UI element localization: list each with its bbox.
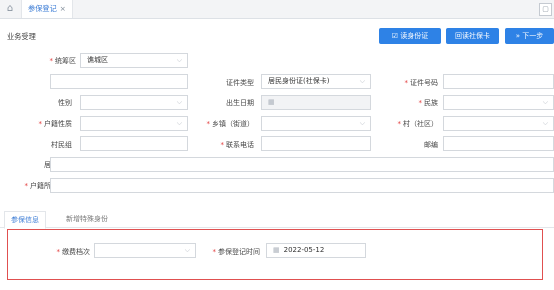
id-type-label: 证件类型 — [226, 79, 254, 87]
calendar-icon: ▦ — [268, 98, 275, 106]
close-icon[interactable]: × — [60, 4, 66, 13]
grade-select[interactable]: ⌵ — [94, 243, 196, 258]
next-step-button[interactable]: » 下一步 — [505, 28, 554, 44]
chevron-down-icon: ⌵ — [359, 77, 365, 85]
postcode-input[interactable] — [443, 136, 554, 151]
district-label: * 统筹区 — [49, 57, 77, 65]
grade-label: * 缴费档次 — [56, 248, 91, 256]
gender-label: 性别 — [58, 99, 72, 107]
villager-group-input[interactable] — [80, 136, 188, 151]
tab-insurance-info[interactable]: 参保信息 — [4, 211, 46, 229]
read-social-card-button[interactable]: 回读社保卡 — [446, 28, 499, 44]
section-title: 业务受理 — [7, 32, 36, 41]
household-type-select[interactable]: ⌵ — [80, 116, 188, 131]
home-icon[interactable]: ⌂ — [4, 3, 16, 15]
address-input[interactable] — [50, 157, 554, 172]
tab-special-identity[interactable]: 新增特殊身份 — [66, 211, 108, 227]
birth-date-label: 出生日期 — [226, 99, 254, 107]
township-select[interactable]: ⌵ — [261, 116, 371, 131]
tab-insurance-registration[interactable]: 参保登记 × — [21, 0, 73, 18]
township-label: * 乡镇（街道） — [206, 120, 255, 128]
postcode-label: 邮编 — [424, 141, 438, 149]
reg-time-label: * 参保登记时间 — [212, 248, 261, 256]
id-number-input[interactable] — [443, 74, 554, 89]
chevron-down-icon: ⌵ — [184, 246, 190, 254]
birth-date-input[interactable]: ▦ — [261, 95, 371, 110]
household-address-input[interactable] — [50, 178, 554, 193]
ethnicity-label: * 民族 — [418, 99, 439, 107]
tab-bar: ⌂ 参保登记 × ▢ — [0, 0, 554, 19]
read-id-card-button[interactable]: ☑ 读身份证 — [379, 28, 441, 44]
chevron-down-icon: ⌵ — [176, 119, 182, 127]
tab-menu-icon[interactable]: ▢ — [539, 3, 552, 16]
tab-label: 参保登记 — [28, 4, 57, 13]
calendar-icon: ▦ — [273, 246, 280, 254]
id-type-select[interactable]: 居民身份证(社保卡) ⌵ — [261, 74, 371, 89]
village-label: * 村（社区） — [397, 120, 439, 128]
reg-time-input[interactable]: ▦ 2022-05-12 — [266, 243, 366, 258]
phone-input[interactable] — [261, 136, 371, 151]
chevron-down-icon: ⌵ — [359, 119, 365, 127]
chevron-down-icon: ⌵ — [176, 56, 182, 64]
chevron-down-icon: ⌵ — [542, 119, 548, 127]
district-select[interactable]: 谯城区 ⌵ — [80, 53, 188, 68]
gender-select[interactable]: ⌵ — [80, 95, 188, 110]
phone-label: * 联系电话 — [220, 141, 255, 149]
chevron-down-icon: ⌵ — [542, 98, 548, 106]
ethnicity-select[interactable]: ⌵ — [443, 95, 554, 110]
name-input[interactable] — [50, 74, 188, 89]
id-number-label: * 证件号码 — [404, 79, 439, 87]
subtabs-divider — [0, 227, 554, 228]
village-select[interactable]: ⌵ — [443, 116, 554, 131]
household-type-label: * 户籍性质 — [38, 120, 73, 128]
chevron-down-icon: ⌵ — [176, 98, 182, 106]
villager-group-label: 村民组 — [51, 141, 72, 149]
